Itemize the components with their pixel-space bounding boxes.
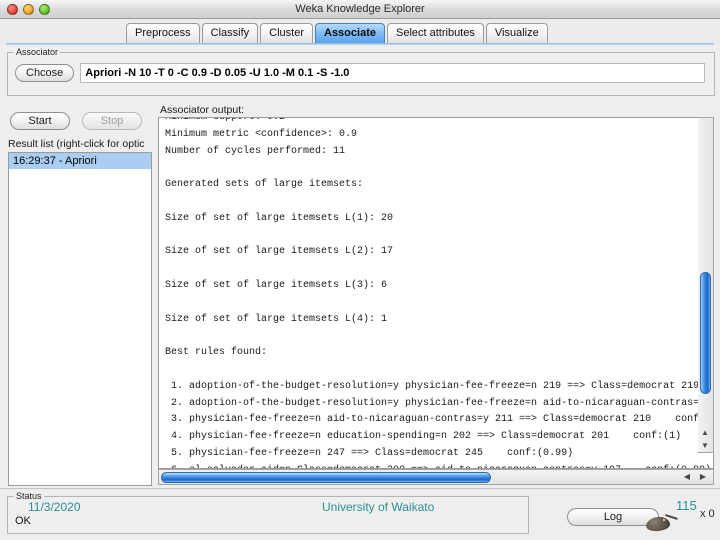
status-divider [0,488,720,489]
tab-cluster[interactable]: Cluster [260,23,313,43]
result-list[interactable]: 16:29:37 - Apriori [8,152,152,486]
triangle-up-icon[interactable]: ▲ [698,426,712,439]
associator-panel: Associator Chcose Apriori -N 10 -T 0 -C … [7,47,715,96]
task-counter: 115 [676,498,697,513]
start-button[interactable]: Start [10,112,70,130]
status-panel: Status OK [7,491,529,534]
associator-output-label: Associator output: [160,104,245,116]
university-overlay: University of Waikato [322,500,435,514]
associator-panel-legend: Associator [14,47,61,57]
run-controls: Start Stop [10,112,142,130]
horizontal-scroll-arrows: ◀ ▶ [679,470,711,484]
date-overlay: 11/3/2020 [28,500,81,514]
list-item[interactable]: 16:29:37 - Apriori [9,153,151,169]
stop-button[interactable]: Stop [82,112,142,130]
output-vertical-scrollbar[interactable]: ▲ ▼ [698,117,714,453]
associator-scheme-field[interactable]: Apriori -N 10 -T 0 -C 0.9 -D 0.05 -U 1.0… [80,63,705,83]
horizontal-scroll-thumb[interactable] [161,472,491,483]
tab-classify[interactable]: Classify [201,23,259,43]
weka-bird-icon[interactable] [644,513,678,533]
tab-underline [6,43,714,45]
tab-select-attributes[interactable]: Select attributes [386,23,484,43]
associator-choose-row: Chcose Apriori -N 10 -T 0 -C 0.9 -D 0.05… [15,63,705,83]
tab-preprocess[interactable]: Preprocess [126,23,200,43]
triangle-down-icon[interactable]: ▼ [698,439,712,452]
tab-visualize[interactable]: Visualize [485,23,548,43]
window-title: Weka Knowledge Explorer [295,3,425,15]
triangle-left-icon[interactable]: ◀ [679,470,695,484]
tab-associate[interactable]: Associate [315,23,385,43]
vertical-scroll-arrows: ▲ ▼ [698,426,712,452]
weka-knowledge-explorer-window: Weka Knowledge Explorer Preprocess Class… [0,0,720,540]
tab-bar: Preprocess Classify Cluster Associate Se… [0,19,720,45]
triangle-right-icon[interactable]: ▶ [695,470,711,484]
choose-button[interactable]: Chcose [15,64,75,82]
output-horizontal-scrollbar[interactable]: ◀ ▶ [158,469,714,485]
bird-eye-shape [663,519,665,521]
vertical-scroll-thumb[interactable] [700,272,711,394]
result-list-label: Result list (right-click for optic [8,138,145,150]
associator-output-text: Minimum support: 0.2 Minimum metric <con… [165,117,713,468]
window-titlebar: Weka Knowledge Explorer [0,0,720,19]
status-value: OK [15,515,31,527]
bird-body-shape [645,515,671,533]
task-counter-suffix: x 0 [700,508,715,520]
associator-output-panel[interactable]: Minimum support: 0.2 Minimum metric <con… [158,117,714,469]
